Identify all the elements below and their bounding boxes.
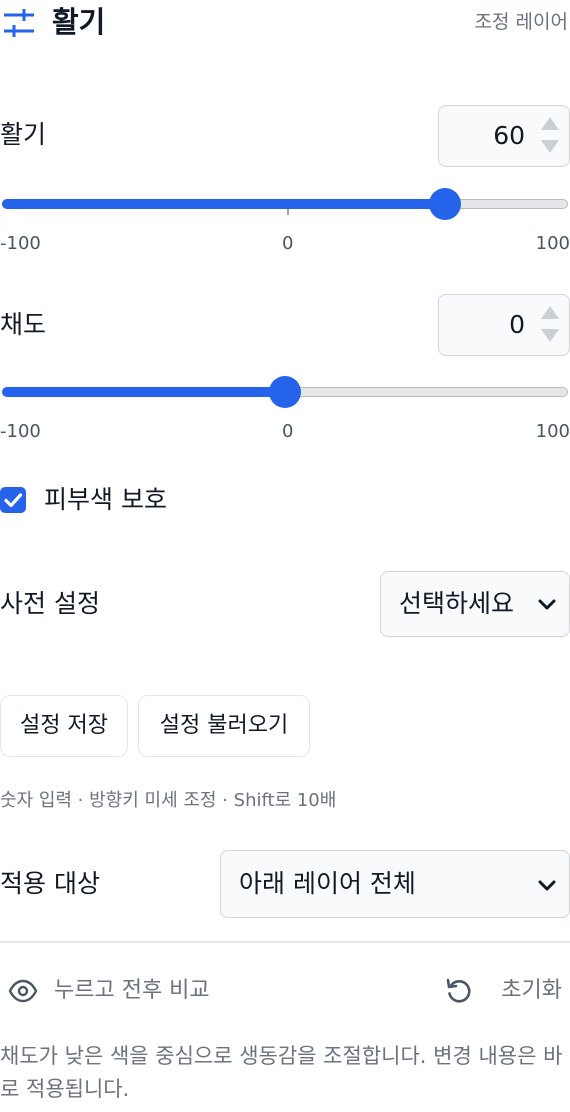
preset-selected-value: 선택하세요 [399,589,515,618]
skin-protect-checkbox[interactable] [0,487,26,513]
chevron-down-icon [538,880,556,891]
vibrance-slider-fill [1,198,445,209]
saturation-slider-fill [1,386,285,397]
eye-icon [8,979,38,1003]
preset-select[interactable]: 선택하세요 [380,571,570,637]
saturation-mid-label: 0 [282,421,294,442]
vibrance-slider-thumb[interactable] [429,188,462,220]
decrement-icon[interactable] [541,140,559,153]
preset-label: 사전 설정 [0,589,100,618]
input-hint: 숫자 입력 · 방향키 미세 조정 · Shift로 10배 [0,790,337,811]
saturation-slider-thumb[interactable] [269,376,301,408]
divider [0,941,570,943]
vibrance-slider-track[interactable] [1,198,568,209]
checkmark-icon [4,493,23,508]
increment-icon[interactable] [541,306,559,319]
vibrance-number-input[interactable]: 60 [438,105,570,167]
reset-icon [446,978,471,1003]
load-settings-button[interactable]: 설정 불러오기 [138,695,310,757]
skin-protect-label[interactable]: 피부색 보호 [44,482,167,518]
compare-label: 누르고 전후 비교 [54,978,210,1003]
compare-button[interactable]: 누르고 전후 비교 [8,974,248,1008]
apply-target-label: 적용 대상 [0,869,100,898]
chevron-down-icon [538,599,556,610]
saturation-number-input[interactable]: 0 [438,294,570,356]
layer-type-label: 조정 레이어 [474,11,568,33]
save-settings-button[interactable]: 설정 저장 [0,695,128,757]
vibrance-value: 60 [493,121,525,150]
saturation-value: 0 [509,310,525,339]
vibrance-label: 활기 [0,120,47,149]
vibrance-mid-label: 0 [282,233,294,254]
saturation-min-label: -100 [0,421,41,442]
reset-button[interactable]: 초기화 [444,974,562,1008]
saturation-max-label: 100 [535,421,570,442]
vibrance-max-label: 100 [535,233,570,254]
vibrance-min-label: -100 [0,233,41,254]
saturation-label: 채도 [0,310,47,339]
decrement-icon[interactable] [541,329,559,342]
increment-icon[interactable] [541,117,559,130]
reset-label: 초기화 [501,978,562,1003]
description-text: 채도가 낮은 색을 중심으로 생동감을 조절합니다. 변경 내용은 바로 적용됩… [0,1044,563,1101]
apply-target-select[interactable]: 아래 레이어 전체 [220,850,570,918]
panel-title: 활기 [52,5,106,39]
sliders-icon [4,9,34,37]
apply-target-selected-value: 아래 레이어 전체 [239,869,416,898]
